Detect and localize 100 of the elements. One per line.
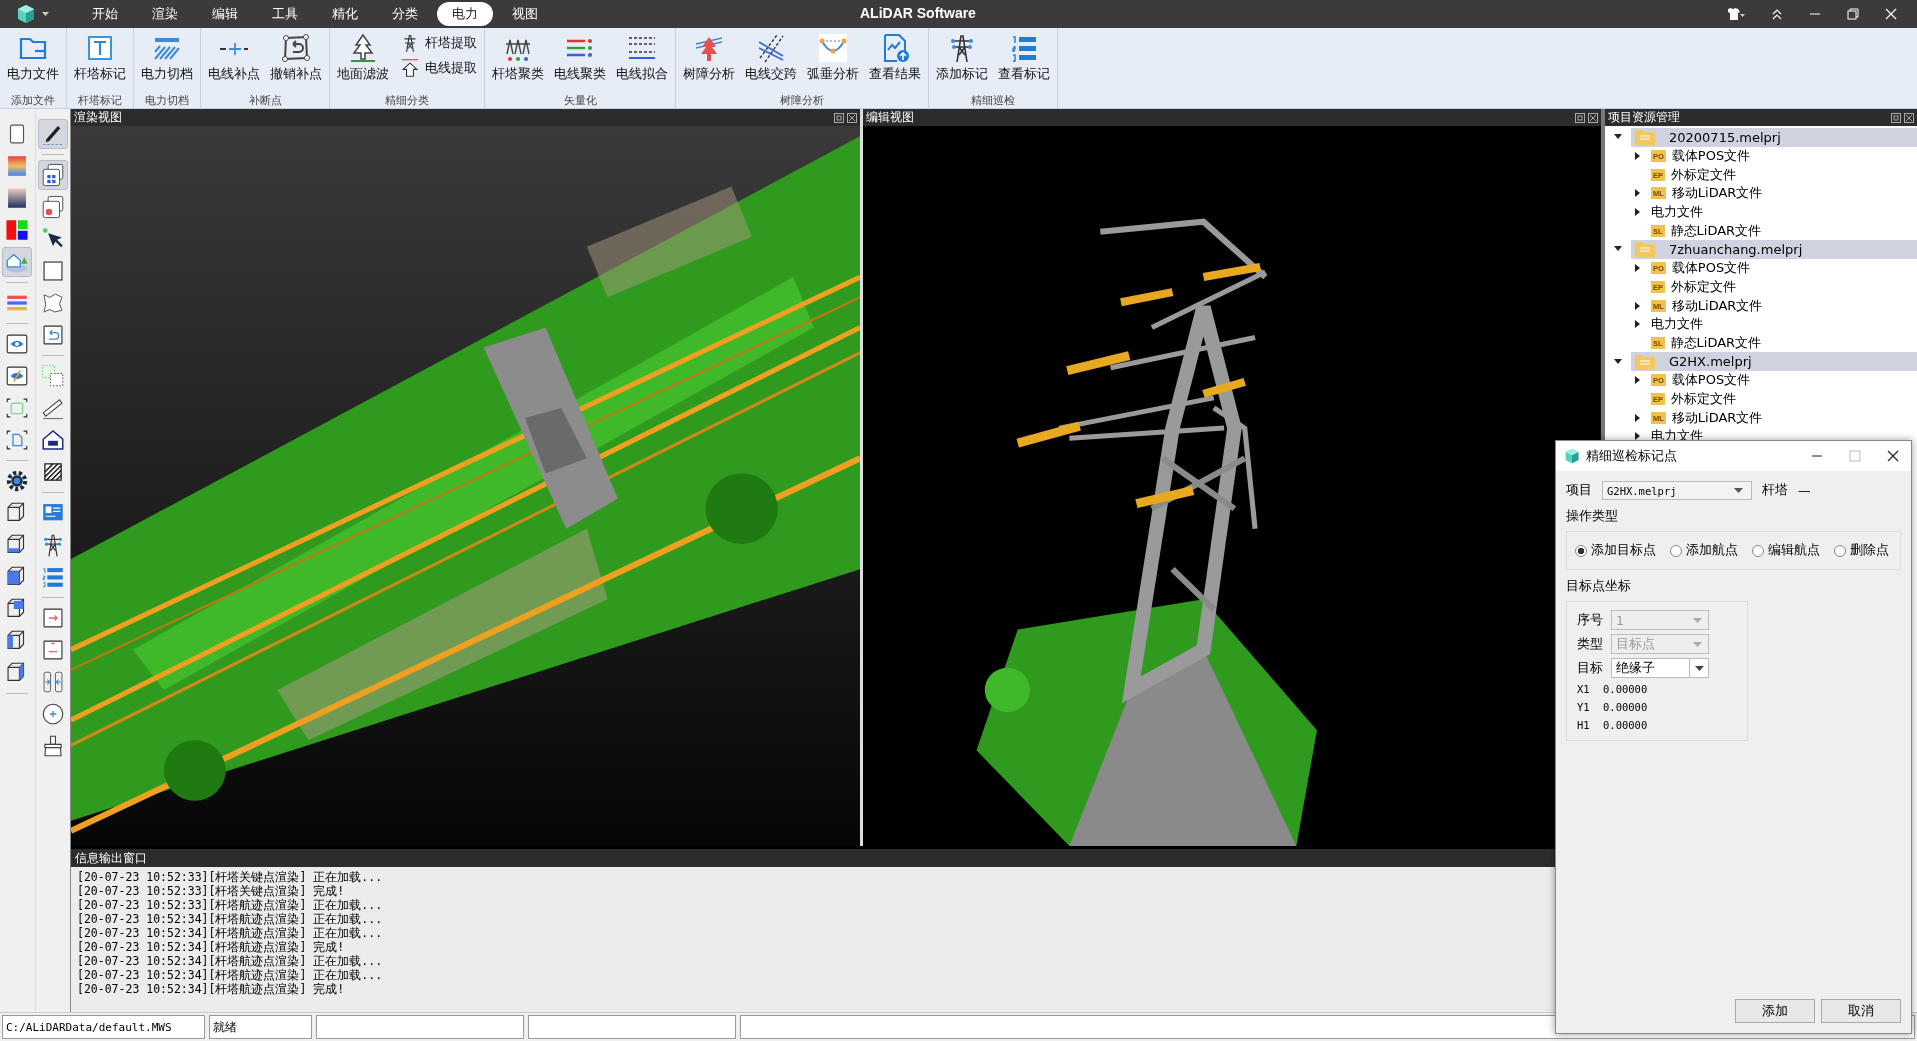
dropdown-arrow-icon — [1734, 488, 1743, 493]
color-grid-icon — [4, 217, 31, 243]
tree-item[interactable]: 静态LiDAR文件 — [1670, 333, 1762, 352]
group-label: 杆塔标记 — [77, 93, 123, 108]
menu-tab[interactable]: 分类 — [377, 2, 433, 26]
ribbon-button[interactable]: 电线补点 — [204, 28, 264, 83]
ribbon-button[interactable]: 电线交跨 — [741, 28, 801, 83]
close-icon[interactable] — [1887, 450, 1899, 462]
menu-tab[interactable]: 视图 — [497, 2, 553, 26]
tree-item[interactable]: 20200715.melprj — [1631, 128, 1917, 147]
ribbon-button[interactable]: 电力文件 — [3, 28, 63, 83]
tree-item[interactable]: 电力文件 — [1651, 203, 1703, 222]
radio-option[interactable]: 添加目标点 — [1575, 542, 1656, 559]
undo-frame-icon — [280, 32, 312, 64]
radio-button[interactable] — [1575, 544, 1587, 557]
status-text: 就绪 — [209, 1015, 312, 1039]
ribbon-button[interactable]: 查看结果 — [865, 28, 925, 83]
dropdown[interactable]: 绝缘子 — [1611, 658, 1709, 678]
tree-item[interactable]: 静态LiDAR文件 — [1670, 221, 1762, 240]
folder-icon — [1635, 241, 1655, 258]
group-label: 矢量化 — [562, 93, 598, 108]
ribbon-button[interactable]: 撤销补点 — [266, 28, 326, 83]
ribbon-button[interactable]: 电线聚类 — [550, 28, 610, 83]
group-label: 电力切档 — [144, 93, 190, 108]
section-label: 目标点坐标 — [1566, 578, 1632, 595]
ribbon-button[interactable]: 弧垂分析 — [803, 28, 863, 83]
tree-item[interactable]: 外标定文件 — [1671, 389, 1736, 408]
menu-tab[interactable]: 开始 — [77, 2, 133, 26]
section-label: 操作类型 — [1566, 508, 1619, 525]
ribbon-button[interactable]: 查看标记 — [994, 28, 1054, 83]
coord-value: 0.00000 — [1603, 701, 1648, 713]
tree-item[interactable]: 电力文件 — [1651, 315, 1703, 334]
menu-tab[interactable]: 精化 — [317, 2, 373, 26]
tree-item[interactable]: 外标定文件 — [1671, 277, 1736, 296]
dropdown-arrow-icon — [1693, 617, 1702, 623]
float-icon[interactable] — [1575, 112, 1585, 123]
field-label: 杆塔 — [1762, 482, 1788, 499]
radio-option[interactable]: 编辑航点 — [1752, 542, 1820, 559]
close-icon[interactable] — [1588, 112, 1598, 123]
radio-button[interactable] — [1834, 544, 1846, 557]
menu-tab[interactable]: 渲染 — [137, 2, 193, 26]
cube-logo-icon[interactable] — [16, 4, 36, 24]
radio-option[interactable]: 删除点 — [1834, 542, 1889, 559]
log-line: [20-07-23 10:52:33][杆塔关键点渲染] 完成! — [77, 884, 346, 898]
tree-item[interactable]: 移动LiDAR文件 — [1671, 408, 1763, 427]
radio-button[interactable] — [1670, 544, 1682, 557]
ribbon-button[interactable]: 杆塔聚类 — [488, 28, 548, 83]
ribbon-button[interactable]: 杆塔标记 — [70, 28, 130, 83]
tree-item[interactable]: 外标定文件 — [1671, 165, 1736, 184]
tree-item[interactable]: 载体POS文件 — [1671, 147, 1751, 166]
dialog-button[interactable]: 添加 — [1735, 999, 1815, 1023]
group-label: 补断点 — [247, 93, 283, 108]
menu-tab[interactable]: 编辑 — [197, 2, 253, 26]
ribbon-button[interactable]: 电力切档 — [137, 28, 197, 83]
tool-button[interactable] — [37, 119, 68, 149]
collapse-ribbon-icon[interactable] — [1771, 8, 1783, 20]
coord-label: Y1 — [1577, 701, 1591, 713]
float-icon[interactable] — [1891, 112, 1901, 123]
log-line: [20-07-23 10:52:33][杆塔航迹点渲染] 正在加载... — [77, 898, 384, 912]
caret-icon[interactable] — [42, 11, 49, 17]
radio-option[interactable]: 添加航点 — [1670, 542, 1738, 559]
tree-item[interactable]: 移动LiDAR文件 — [1671, 184, 1763, 203]
radio-button[interactable] — [1752, 544, 1764, 557]
ribbon-button[interactable]: 树障分析 — [679, 28, 739, 83]
shirt-icon[interactable] — [1725, 7, 1745, 21]
restore-icon[interactable] — [1847, 8, 1859, 20]
dropdown-arrow-icon — [1693, 641, 1702, 647]
coord-label: H1 — [1577, 719, 1591, 731]
folder-icon — [1635, 353, 1655, 370]
ribbon-button[interactable]: 电线拟合 — [612, 28, 672, 83]
dialog-button[interactable]: 取消 — [1821, 999, 1901, 1023]
cube-logo-icon — [1564, 448, 1580, 464]
group-label: 树障分析 — [779, 93, 825, 108]
close-icon[interactable] — [1904, 112, 1914, 123]
float-icon[interactable] — [834, 112, 845, 123]
ribbon-button[interactable]: 杆塔提取 — [395, 32, 481, 54]
close-icon[interactable] — [847, 112, 858, 123]
menu-tab[interactable]: 电力 — [437, 2, 493, 26]
tree-item[interactable]: 载体POS文件 — [1671, 259, 1751, 278]
tree-item[interactable]: 7zhuanchang.melprj — [1631, 240, 1917, 259]
ribbon-button[interactable]: 添加标记 — [932, 28, 992, 83]
coord-label: X1 — [1577, 683, 1591, 695]
tool-button[interactable] — [37, 160, 68, 190]
group-label: 添加文件 — [10, 93, 56, 108]
tree-item[interactable]: 载体POS文件 — [1671, 371, 1751, 390]
tree-item[interactable]: G2HX.melprj — [1631, 352, 1917, 371]
tree-item[interactable]: 移动LiDAR文件 — [1671, 296, 1763, 315]
panel-title: 项目资源管理 — [1608, 109, 1680, 126]
group-label: 精细分类 — [384, 93, 430, 108]
project-dropdown[interactable]: G2HX.melprj — [1602, 481, 1752, 500]
field-label: 序号 — [1577, 611, 1603, 629]
field-label: 类型 — [1577, 635, 1603, 653]
ribbon-button[interactable]: 地面滤波 — [333, 28, 393, 83]
menu-tab[interactable]: 工具 — [257, 2, 313, 26]
ribbon-button[interactable]: 电线提取 — [395, 57, 481, 79]
sag-curve-icon — [817, 32, 849, 64]
view-title: 编辑视图 — [866, 109, 915, 126]
maximize-icon — [1849, 450, 1861, 462]
dashed-squares-icon — [39, 363, 66, 389]
field-label: 目标 — [1577, 659, 1603, 677]
